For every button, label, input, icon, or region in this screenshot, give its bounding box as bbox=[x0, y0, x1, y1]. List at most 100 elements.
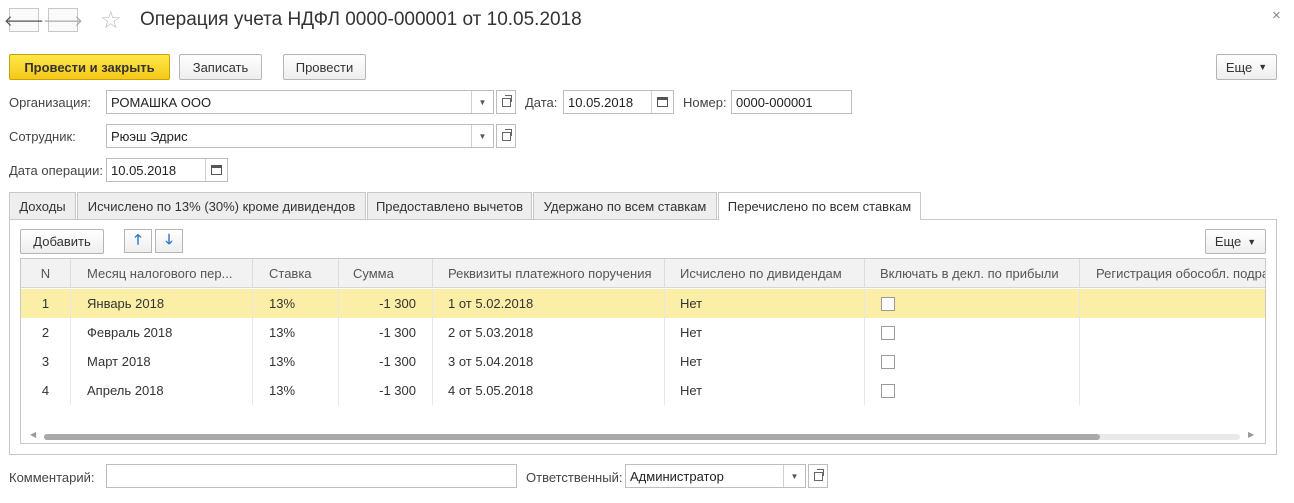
date-value: 10.05.2018 bbox=[568, 94, 634, 110]
cell-rate: 13% bbox=[253, 318, 339, 347]
cell-month: Январь 2018 bbox=[71, 289, 253, 318]
cell-include bbox=[865, 289, 1080, 318]
horizontal-scrollbar[interactable]: ◀ ▶ bbox=[20, 430, 1266, 444]
table-more-button[interactable]: Еще ▼ bbox=[1205, 229, 1266, 254]
tab-calculated-13[interactable]: Исчислено по 13% (30%) кроме дивидендов bbox=[77, 192, 366, 219]
cell-registration bbox=[1080, 318, 1265, 347]
col-header-rate[interactable]: Ставка bbox=[253, 259, 339, 288]
cell-n: 2 bbox=[21, 318, 71, 347]
col-header-payment[interactable]: Реквизиты платежного поручения bbox=[433, 259, 665, 288]
cell-dividends: Нет bbox=[665, 347, 865, 376]
open-link-icon bbox=[813, 468, 824, 481]
employee-open-button[interactable] bbox=[496, 124, 516, 148]
cell-payment: 3 от 5.04.2018 bbox=[433, 347, 665, 376]
org-field[interactable]: РОМАШКА ООО ▼ bbox=[106, 90, 494, 114]
cell-rate: 13% bbox=[253, 376, 339, 405]
include-checkbox[interactable] bbox=[881, 325, 895, 340]
col-header-sum[interactable]: Сумма bbox=[339, 259, 433, 288]
cell-dividends: Нет bbox=[665, 289, 865, 318]
col-header-include[interactable]: Включать в декл. по прибыли bbox=[865, 259, 1080, 288]
responsible-field[interactable]: Администратор ▼ bbox=[625, 464, 806, 488]
arrow-right-icon: 🡒 bbox=[42, 12, 84, 30]
star-icon[interactable]: ☆ bbox=[100, 6, 122, 35]
tab-income[interactable]: Доходы bbox=[9, 192, 76, 219]
responsible-value: Администратор bbox=[630, 468, 724, 484]
cell-rate: 13% bbox=[253, 289, 339, 318]
open-link-icon bbox=[501, 128, 512, 141]
table-row[interactable]: 2 Февраль 2018 13% -1 300 2 от 5.03.2018… bbox=[21, 318, 1265, 347]
cell-month: Март 2018 bbox=[71, 347, 253, 376]
number-value: 0000-000001 bbox=[736, 94, 813, 110]
arrow-up-icon: 🡑 bbox=[134, 231, 142, 247]
dropdown-arrow-icon[interactable]: ▼ bbox=[783, 465, 805, 487]
post-and-close-button[interactable]: Провести и закрыть bbox=[9, 54, 170, 80]
caret-down-icon: ▼ bbox=[1247, 236, 1257, 247]
cell-n: 4 bbox=[21, 376, 71, 405]
cell-registration bbox=[1080, 376, 1265, 405]
col-header-dividends[interactable]: Исчислено по дивидендам bbox=[665, 259, 865, 288]
cell-include bbox=[865, 376, 1080, 405]
tab-transferred[interactable]: Перечислено по всем ставкам bbox=[718, 192, 921, 220]
cell-month: Февраль 2018 bbox=[71, 318, 253, 347]
calendar-button[interactable] bbox=[205, 159, 227, 181]
op-date-value: 10.05.2018 bbox=[111, 162, 177, 178]
move-up-button[interactable]: 🡑 bbox=[124, 229, 152, 253]
employee-field[interactable]: Рюэш Эдрис ▼ bbox=[106, 124, 494, 148]
dropdown-arrow-icon[interactable]: ▼ bbox=[471, 91, 493, 113]
calendar-icon bbox=[657, 97, 668, 107]
arrow-down-icon: 🡓 bbox=[165, 231, 173, 247]
comment-field[interactable] bbox=[106, 464, 517, 488]
table-row[interactable]: 3 Март 2018 13% -1 300 3 от 5.04.2018 Не… bbox=[21, 347, 1265, 376]
forward-button[interactable]: 🡒 bbox=[43, 8, 83, 32]
cell-payment: 1 от 5.02.2018 bbox=[433, 289, 665, 318]
close-icon[interactable]: × bbox=[1272, 7, 1281, 24]
col-header-registration[interactable]: Регистрация обособл. подра bbox=[1080, 259, 1265, 288]
add-row-button[interactable]: Добавить bbox=[20, 229, 104, 254]
arrow-left-icon: 🡐 bbox=[3, 12, 45, 30]
include-checkbox[interactable] bbox=[881, 383, 895, 398]
col-header-month[interactable]: Месяц налогового пер... bbox=[71, 259, 253, 288]
op-date-label: Дата операции: bbox=[9, 163, 103, 178]
scroll-right-icon[interactable]: ▶ bbox=[1248, 430, 1254, 439]
back-button[interactable]: 🡐 bbox=[4, 8, 44, 32]
cell-n: 1 bbox=[21, 289, 71, 318]
cell-payment: 4 от 5.05.2018 bbox=[433, 376, 665, 405]
tab-withheld[interactable]: Удержано по всем ставкам bbox=[533, 192, 717, 219]
include-checkbox[interactable] bbox=[881, 354, 895, 369]
transfers-table[interactable]: N Месяц налогового пер... Ставка Сумма Р… bbox=[20, 258, 1266, 444]
open-link-icon bbox=[501, 94, 512, 107]
cell-registration bbox=[1080, 347, 1265, 376]
post-button[interactable]: Провести bbox=[283, 54, 366, 80]
cell-sum: -1 300 bbox=[339, 318, 433, 347]
table-row[interactable]: 4 Апрель 2018 13% -1 300 4 от 5.05.2018 … bbox=[21, 376, 1265, 405]
cell-registration bbox=[1080, 289, 1265, 318]
scrollbar-thumb[interactable] bbox=[44, 434, 1100, 440]
more-button[interactable]: Еще ▼ bbox=[1216, 54, 1277, 80]
col-header-n[interactable]: N bbox=[21, 259, 71, 288]
employee-value: Рюэш Эдрис bbox=[111, 128, 188, 144]
date-field[interactable]: 10.05.2018 bbox=[563, 90, 674, 114]
cell-sum: -1 300 bbox=[339, 289, 433, 318]
cell-n: 3 bbox=[21, 347, 71, 376]
tab-deductions[interactable]: Предоставлено вычетов bbox=[367, 192, 532, 219]
cell-month: Апрель 2018 bbox=[71, 376, 253, 405]
date-label: Дата: bbox=[525, 95, 558, 110]
org-open-button[interactable] bbox=[496, 90, 516, 114]
page-title: Операция учета НДФЛ 0000-000001 от 10.05… bbox=[140, 9, 582, 30]
employee-label: Сотрудник: bbox=[9, 129, 76, 144]
scroll-left-icon[interactable]: ◀ bbox=[30, 430, 36, 439]
org-label: Организация: bbox=[9, 95, 92, 110]
move-down-button[interactable]: 🡓 bbox=[155, 229, 183, 253]
comment-label: Комментарий: bbox=[9, 470, 95, 485]
calendar-button[interactable] bbox=[651, 91, 673, 113]
op-date-field[interactable]: 10.05.2018 bbox=[106, 158, 228, 182]
cell-sum: -1 300 bbox=[339, 347, 433, 376]
responsible-open-button[interactable] bbox=[808, 464, 828, 488]
table-more-label: Еще bbox=[1214, 234, 1242, 249]
table-row[interactable]: 1 Январь 2018 13% -1 300 1 от 5.02.2018 … bbox=[21, 289, 1265, 318]
number-field[interactable]: 0000-000001 bbox=[731, 90, 852, 114]
dropdown-arrow-icon[interactable]: ▼ bbox=[471, 125, 493, 147]
cell-include bbox=[865, 347, 1080, 376]
include-checkbox[interactable] bbox=[881, 296, 895, 311]
save-button[interactable]: Записать bbox=[179, 54, 262, 80]
